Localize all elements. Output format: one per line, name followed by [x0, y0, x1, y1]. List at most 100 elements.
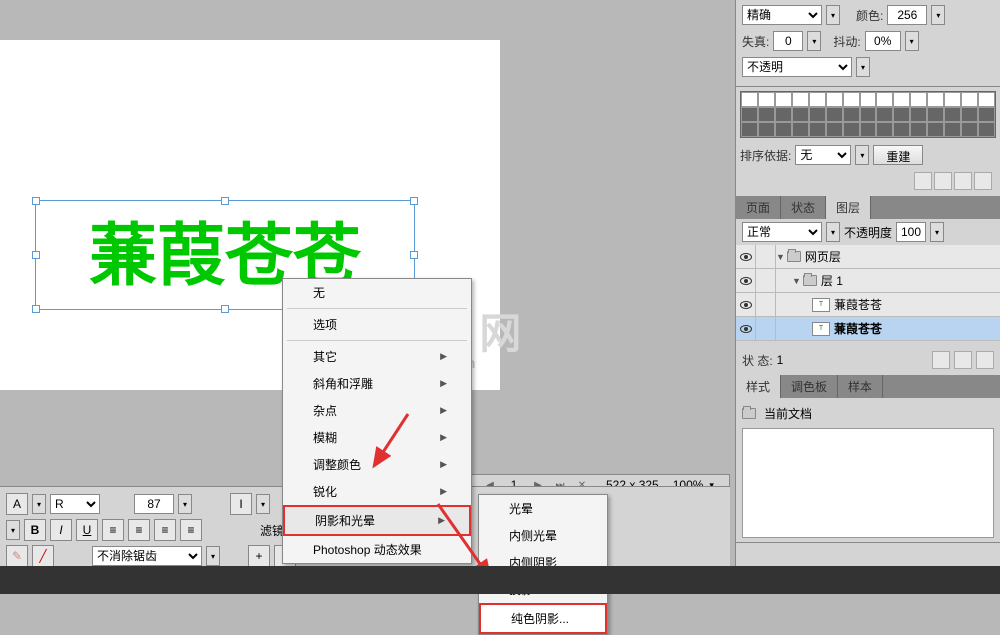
- tab-states[interactable]: 状态: [781, 196, 826, 219]
- tab-layers[interactable]: 图层: [826, 196, 871, 219]
- distortion-input[interactable]: [773, 31, 803, 51]
- folder-icon: [787, 251, 801, 262]
- opacity-mode-select[interactable]: 不透明: [742, 57, 852, 77]
- color-dropdown-icon[interactable]: ▾: [931, 5, 945, 25]
- sort-label: 排序依据:: [740, 147, 791, 164]
- leading-dropdown-icon[interactable]: ▾: [6, 520, 20, 540]
- antialias-select[interactable]: 不消除锯齿: [92, 546, 202, 566]
- tab-samples[interactable]: 样本: [838, 375, 883, 398]
- plus-icon[interactable]: +: [248, 545, 270, 567]
- opacity-label: 不透明度: [844, 224, 892, 241]
- eye-icon[interactable]: [740, 301, 752, 309]
- delete-layer-icon[interactable]: [976, 351, 994, 369]
- layer-label: 蒹葭苍苍: [834, 296, 882, 313]
- font-family-dropdown[interactable]: ▾: [32, 494, 46, 514]
- pencil-tool-icon[interactable]: ✎: [6, 545, 28, 567]
- lock-icon[interactable]: [914, 172, 932, 190]
- eye-icon[interactable]: [740, 277, 752, 285]
- menu-blur[interactable]: 模糊▶: [283, 424, 471, 451]
- blend-mode-select[interactable]: 正常: [742, 222, 822, 242]
- align-justify-icon[interactable]: ≡: [180, 519, 202, 541]
- blend-dropdown-icon[interactable]: ▾: [826, 222, 840, 242]
- distortion-label: 失真:: [742, 33, 769, 50]
- filter-context-menu: 无 选项 其它▶ 斜角和浮雕▶ 杂点▶ 模糊▶ 调整颜色▶ 锐化▶ 阴影和光晕▶…: [282, 278, 472, 564]
- chevron-down-icon[interactable]: ▼: [792, 276, 801, 286]
- dither-dropdown-icon[interactable]: ▾: [905, 31, 919, 51]
- chevron-right-icon: ▶: [440, 351, 447, 362]
- layer-label: 网页层: [805, 248, 841, 265]
- color-count-input[interactable]: [887, 5, 927, 25]
- menu-shadow-glow[interactable]: 阴影和光晕▶: [283, 505, 471, 536]
- underline-button[interactable]: U: [76, 519, 98, 541]
- chevron-right-icon: ▶: [440, 378, 447, 389]
- font-size-dropdown-icon[interactable]: ▾: [178, 494, 192, 514]
- menu-other[interactable]: 其它▶: [283, 343, 471, 370]
- current-doc-label: 当前文档: [764, 405, 812, 422]
- swatch-grid[interactable]: [740, 91, 996, 138]
- menu-options[interactable]: 选项: [283, 311, 471, 338]
- italic-button[interactable]: I: [50, 519, 72, 541]
- status-bar: [0, 566, 1000, 594]
- panel-tabs: 页面 状态 图层: [736, 196, 1000, 219]
- layer-label: 蒹葭苍苍: [834, 320, 882, 337]
- opacity-dropdown-icon[interactable]: ▾: [856, 57, 870, 77]
- eye-icon[interactable]: [740, 253, 752, 261]
- precision-stepper-icon[interactable]: ▾: [826, 5, 840, 25]
- tab-styles[interactable]: 样式: [736, 375, 781, 398]
- folder-icon: [803, 275, 817, 286]
- opacity-stepper-icon[interactable]: ▾: [930, 222, 944, 242]
- font-style-select[interactable]: R: [50, 494, 100, 514]
- eye-icon[interactable]: [740, 325, 752, 333]
- delete-swatch-icon[interactable]: [974, 172, 992, 190]
- chevron-right-icon: ▶: [440, 432, 447, 443]
- antialias-dropdown-icon[interactable]: ▾: [206, 546, 220, 566]
- layers-panel: 正常 ▾ 不透明度 ▾ ▼ 网页层 ▼ 层 1 T 蒹葭苍苍: [736, 219, 1000, 371]
- layer-row[interactable]: ▼ 网页层: [736, 245, 1000, 269]
- menu-sharpen[interactable]: 锐化▶: [283, 478, 471, 505]
- shadow-submenu: 光晕 内侧光晕 内侧阴影 投影 纯色阴影...: [478, 494, 608, 635]
- text-tool-icon[interactable]: A: [6, 493, 28, 515]
- align-right-icon[interactable]: ≡: [154, 519, 176, 541]
- text-format-icon[interactable]: I: [230, 493, 252, 515]
- submenu-glow[interactable]: 光晕: [479, 495, 607, 522]
- brush-tool-icon[interactable]: ╱: [32, 545, 54, 567]
- opacity-input[interactable]: [896, 222, 926, 242]
- dither-label: 抖动:: [833, 33, 860, 50]
- font-size-input[interactable]: [134, 494, 174, 514]
- bold-button[interactable]: B: [24, 519, 46, 541]
- text-layer-icon: T: [812, 298, 830, 312]
- status-label: 状 态:: [742, 352, 773, 369]
- submenu-inner-glow[interactable]: 内侧光晕: [479, 522, 607, 549]
- add-swatch-icon[interactable]: [934, 172, 952, 190]
- color-table-panel: 排序依据: 无 ▾ 重建: [736, 87, 1000, 196]
- layer-row[interactable]: T 蒹葭苍苍: [736, 293, 1000, 317]
- align-left-icon[interactable]: ≡: [102, 519, 124, 541]
- layer-row[interactable]: ▼ 层 1: [736, 269, 1000, 293]
- misc-dropdown-icon[interactable]: ▾: [256, 494, 270, 514]
- submenu-solid-shadow[interactable]: 纯色阴影...: [479, 603, 607, 634]
- right-panel-dock: 精确 ▾ 颜色: ▾ 失真: ▾ 抖动: ▾ 不透明 ▾ 排序依据: 无: [735, 0, 1000, 594]
- tab-palette[interactable]: 调色板: [781, 375, 838, 398]
- chevron-right-icon: ▶: [440, 486, 447, 497]
- chevron-right-icon: ▶: [438, 515, 445, 526]
- chevron-down-icon[interactable]: ▼: [776, 252, 785, 262]
- sort-dropdown-icon[interactable]: ▾: [855, 145, 869, 165]
- sort-select[interactable]: 无: [795, 145, 851, 165]
- edit-swatch-icon[interactable]: [954, 172, 972, 190]
- align-center-icon[interactable]: ≡: [128, 519, 150, 541]
- distortion-dropdown-icon[interactable]: ▾: [807, 31, 821, 51]
- styles-list[interactable]: [742, 428, 994, 538]
- layer-row[interactable]: T 蒹葭苍苍: [736, 317, 1000, 341]
- tab-pages[interactable]: 页面: [736, 196, 781, 219]
- chevron-right-icon: ▶: [440, 459, 447, 470]
- precision-select[interactable]: 精确: [742, 5, 822, 25]
- new-folder-icon[interactable]: [954, 351, 972, 369]
- menu-none[interactable]: 无: [283, 279, 471, 306]
- dither-input[interactable]: [865, 31, 901, 51]
- new-layer-icon[interactable]: [932, 351, 950, 369]
- rebuild-button[interactable]: 重建: [873, 145, 923, 165]
- menu-ps-effects[interactable]: Photoshop 动态效果: [283, 536, 471, 563]
- menu-bevel[interactable]: 斜角和浮雕▶: [283, 370, 471, 397]
- menu-noise[interactable]: 杂点▶: [283, 397, 471, 424]
- menu-adjust-color[interactable]: 调整颜色▶: [283, 451, 471, 478]
